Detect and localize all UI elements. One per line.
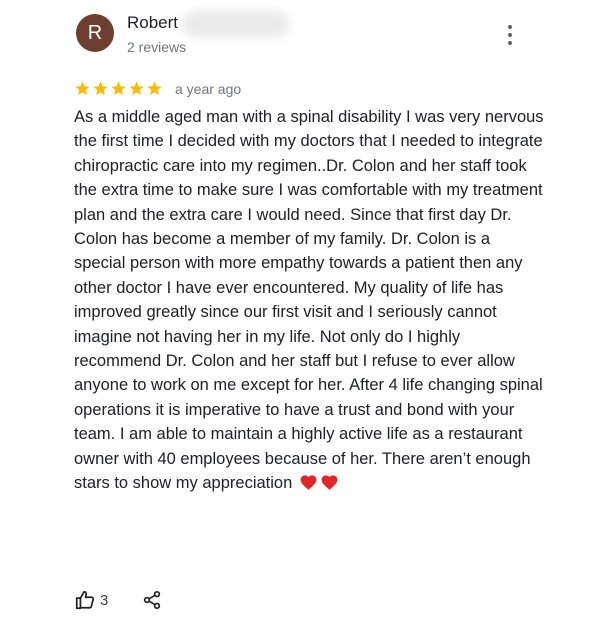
avatar[interactable]: R (76, 14, 114, 52)
share-button[interactable] (142, 590, 162, 610)
avatar-initial: R (87, 21, 103, 44)
star-icon (75, 81, 90, 96)
like-count: 3 (100, 591, 109, 609)
reviewer-name[interactable]: Robert (127, 13, 178, 33)
review-actions: 3 (74, 589, 162, 611)
review-body: As a middle aged man with a spinal disab… (74, 105, 544, 496)
rating-row: a year ago (74, 80, 241, 97)
more-vertical-icon[interactable] (500, 20, 520, 50)
star-icon (111, 81, 126, 96)
like-button[interactable]: 3 (74, 589, 108, 611)
review-count: 2 reviews (127, 39, 187, 55)
heart-icon (321, 475, 338, 490)
star-icon (93, 81, 108, 96)
heart-icon (300, 475, 317, 490)
review-time: a year ago (175, 80, 242, 97)
review-emoji (297, 474, 339, 492)
star-icon (147, 81, 162, 96)
review-text: As a middle aged man with a spinal disab… (74, 108, 544, 493)
thumbs-up-icon (75, 590, 95, 610)
star-rating (74, 80, 164, 97)
redacted-surname (182, 10, 290, 38)
star-icon (129, 81, 144, 96)
share-icon (144, 591, 161, 610)
